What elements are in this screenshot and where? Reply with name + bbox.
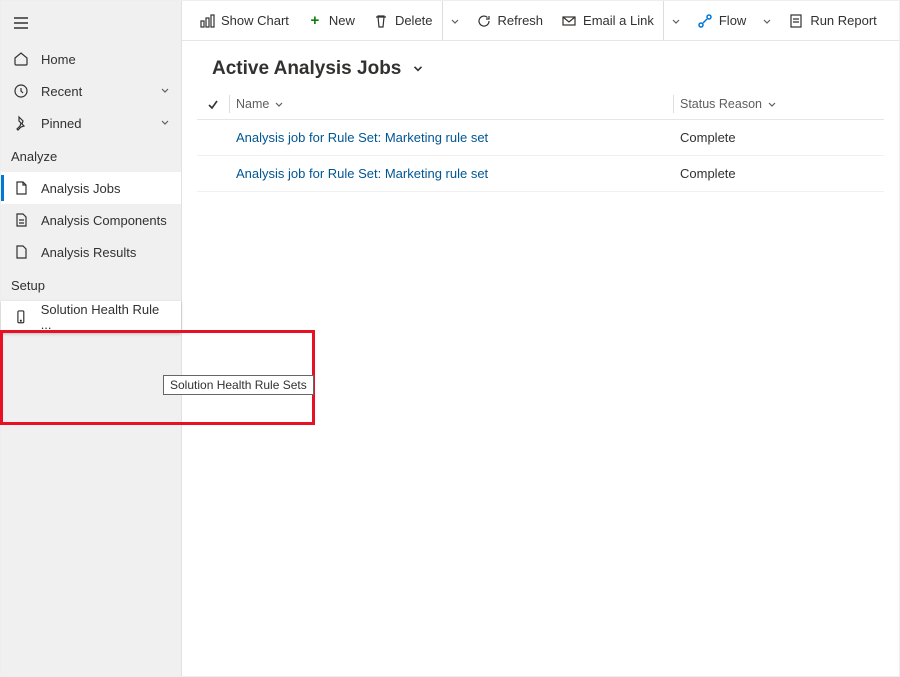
- chart-icon: [199, 13, 215, 29]
- sidebar-item-label: Pinned: [41, 116, 81, 131]
- refresh-icon: [476, 13, 492, 29]
- sidebar-section-setup: Setup: [1, 268, 181, 301]
- chevron-down-icon: [273, 98, 285, 110]
- flow-dropdown[interactable]: [755, 1, 779, 41]
- check-icon: [207, 98, 219, 110]
- run-report-button[interactable]: Run Report: [779, 1, 885, 41]
- view-selector-dropdown[interactable]: [411, 61, 425, 78]
- select-all-checkbox[interactable]: [197, 98, 229, 110]
- sidebar-item-label: Analysis Results: [41, 245, 136, 260]
- home-icon: [13, 51, 29, 67]
- grid-header: Name Status Reason: [197, 88, 884, 120]
- document-icon: [13, 180, 29, 196]
- hamburger-button[interactable]: [1, 3, 49, 43]
- sidebar-item-analysis-jobs[interactable]: Analysis Jobs: [1, 172, 181, 204]
- cell-status: Complete: [674, 166, 884, 181]
- cell-name: Analysis job for Rule Set: Marketing rul…: [230, 130, 673, 145]
- flow-icon: [697, 13, 713, 29]
- table-row[interactable]: Analysis job for Rule Set: Marketing rul…: [197, 120, 884, 156]
- menu-icon: [13, 15, 29, 31]
- cell-status: Complete: [674, 130, 884, 145]
- sidebar-section-analyze: Analyze: [1, 139, 181, 172]
- clock-icon: [13, 83, 29, 99]
- sidebar-item-analysis-components[interactable]: Analysis Components: [1, 204, 181, 236]
- sidebar-item-analysis-results[interactable]: Analysis Results: [1, 236, 181, 268]
- record-link[interactable]: Analysis job for Rule Set: Marketing rul…: [236, 166, 488, 181]
- view-title: Active Analysis Jobs: [212, 58, 401, 80]
- mail-icon: [561, 13, 577, 29]
- view-header: Active Analysis Jobs: [182, 41, 899, 88]
- delete-dropdown[interactable]: [443, 1, 467, 41]
- document-icon: [13, 244, 29, 260]
- tooltip: Solution Health Rule Sets: [163, 375, 314, 395]
- refresh-button[interactable]: Refresh: [467, 1, 553, 41]
- sidebar-item-home[interactable]: Home: [1, 43, 181, 75]
- command-bar: Show Chart + New Delete Refresh: [182, 1, 899, 41]
- sidebar-item-label: Home: [41, 52, 76, 67]
- sidebar-item-solution-health-rule-sets[interactable]: Solution Health Rule ...: [1, 301, 181, 333]
- column-header-name[interactable]: Name: [230, 97, 673, 111]
- chevron-down-icon: [159, 116, 171, 131]
- report-icon: [788, 13, 804, 29]
- chevron-down-icon: [670, 15, 682, 27]
- sidebar-item-pinned[interactable]: Pinned: [1, 107, 181, 139]
- chevron-down-icon: [449, 15, 461, 27]
- email-link-dropdown[interactable]: [664, 1, 688, 41]
- flow-button[interactable]: Flow: [688, 1, 755, 41]
- plus-icon: +: [307, 13, 323, 29]
- sidebar-item-label: Analysis Components: [41, 213, 167, 228]
- sidebar-item-label: Analysis Jobs: [41, 181, 120, 196]
- new-button[interactable]: + New: [298, 1, 364, 41]
- trash-icon: [373, 13, 389, 29]
- sidebar: Home Recent Pinned Analyze Anal: [1, 1, 182, 676]
- data-grid: Name Status Reason Analysis job for Rule…: [197, 88, 884, 192]
- main-content: Show Chart + New Delete Refresh: [182, 1, 899, 676]
- chevron-down-icon: [159, 84, 171, 99]
- phone-icon: [13, 309, 29, 325]
- email-link-button[interactable]: Email a Link: [552, 1, 663, 41]
- record-link[interactable]: Analysis job for Rule Set: Marketing rul…: [236, 130, 488, 145]
- sidebar-item-label: Solution Health Rule ...: [41, 302, 171, 332]
- show-chart-button[interactable]: Show Chart: [190, 1, 298, 41]
- sidebar-item-label: Recent: [41, 84, 82, 99]
- sidebar-item-recent[interactable]: Recent: [1, 75, 181, 107]
- document-list-icon: [13, 212, 29, 228]
- delete-button[interactable]: Delete: [364, 1, 442, 41]
- table-row[interactable]: Analysis job for Rule Set: Marketing rul…: [197, 156, 884, 192]
- chevron-down-icon: [766, 98, 778, 110]
- pin-icon: [13, 115, 29, 131]
- column-header-status[interactable]: Status Reason: [674, 97, 884, 111]
- cell-name: Analysis job for Rule Set: Marketing rul…: [230, 166, 673, 181]
- chevron-down-icon: [761, 15, 773, 27]
